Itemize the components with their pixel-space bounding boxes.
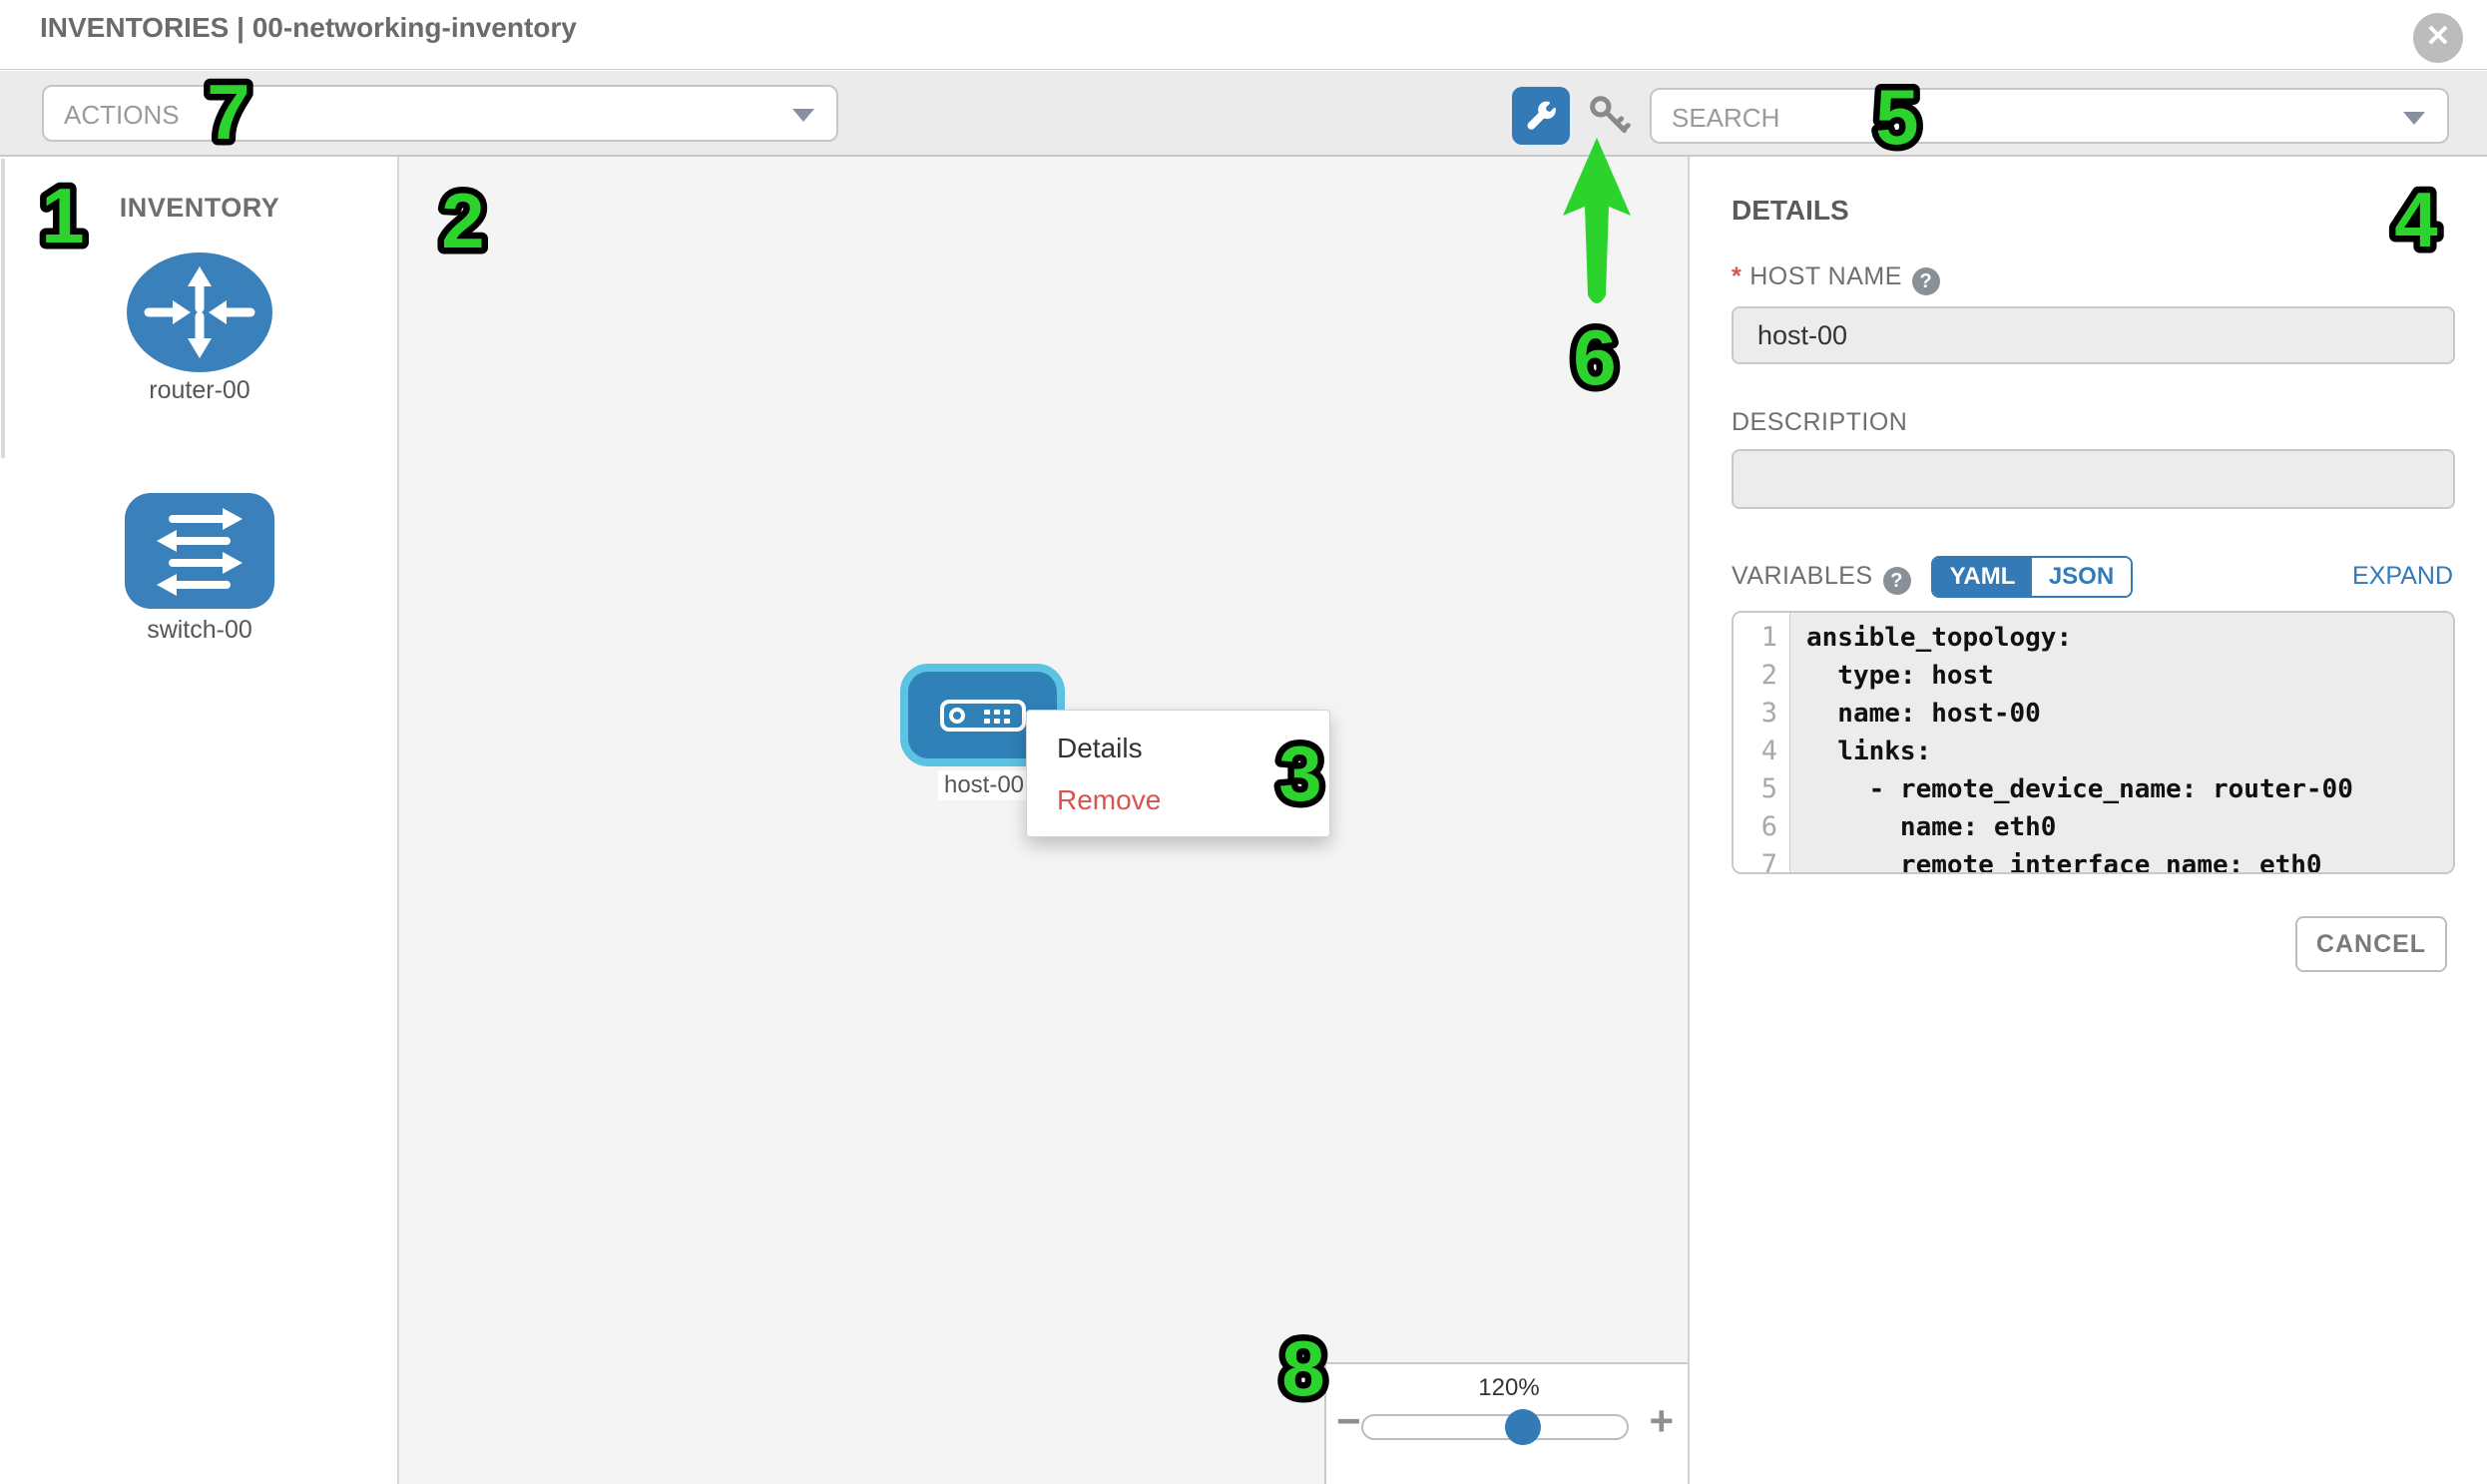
line-number: 3 [1734,695,1789,733]
chevron-down-icon [2403,112,2425,125]
zoom-in-button[interactable]: + [1649,1400,1674,1442]
code-line: links: [1806,733,2453,770]
json-toggle-button[interactable]: JSON [2032,558,2131,596]
host-name-label-text: HOST NAME [1749,262,1902,290]
inventory-item-label: router-00 [0,376,399,405]
host-node-label: host-00 [938,770,1030,800]
inventory-panel: INVENTORY router-00 [0,157,399,1484]
line-number: 6 [1734,808,1789,846]
topology-canvas[interactable]: host-00 Details Remove 120% − + [399,157,1690,1484]
code-line: name: host-00 [1806,695,2453,733]
toolbar-mode-button[interactable] [1512,87,1570,145]
actions-dropdown-label: ACTIONS [64,100,180,131]
code-line: - remote_device_name: router-00 [1806,770,2453,808]
variables-format-toggle: YAML JSON [1931,556,2133,598]
header: INVENTORIES | 00-networking-inventory ✕ [0,0,2487,70]
line-number: 5 [1734,770,1789,808]
inventory-topology-page: INVENTORIES | 00-networking-inventory ✕ … [0,0,2487,1484]
key-button[interactable] [1585,91,1635,141]
router-icon [125,250,274,375]
context-menu: Details Remove [1026,710,1330,837]
host-name-input[interactable] [1732,306,2455,364]
search-dropdown[interactable]: SEARCH [1650,88,2449,144]
zoom-slider-track[interactable] [1361,1414,1629,1440]
code-line: ansible_topology: [1806,619,2453,657]
code-line: type: host [1806,657,2453,695]
menu-item-details[interactable]: Details [1027,723,1329,774]
zoom-level-value: 120% [1326,1374,1690,1402]
host-name-label: * HOST NAME? [1732,262,1940,295]
help-icon[interactable]: ? [1883,567,1911,595]
line-number: 2 [1734,657,1789,695]
inventory-panel-title: INVENTORY [0,193,399,224]
yaml-toggle-button[interactable]: YAML [1933,558,2032,596]
line-number: 1 [1734,619,1789,657]
description-label: DESCRIPTION [1732,408,1907,437]
inventory-item-label: switch-00 [0,616,399,645]
description-input[interactable] [1732,449,2455,509]
toolbar: ACTIONS SEARCH [0,71,2487,157]
inventory-item-router[interactable] [125,250,274,375]
wrench-icon [1523,98,1559,134]
editor-code-area[interactable]: ansible_topology: type: host name: host-… [1790,613,2453,872]
page-title: INVENTORIES | 00-networking-inventory [40,12,577,44]
inventory-item-switch[interactable] [125,493,274,609]
key-icon [1585,91,1635,141]
details-panel: DETAILS * HOST NAME? DESCRIPTION VARIABLE… [1692,157,2487,1484]
zoom-widget: 120% − + [1324,1362,1690,1484]
variables-label-text: VARIABLES [1732,562,1873,590]
required-asterisk: * [1732,262,1741,290]
details-panel-title: DETAILS [1732,195,1849,227]
line-number: 4 [1734,733,1789,770]
variables-code-editor[interactable]: 1 2 3 4 5 6 7 ansible_topology: type: ho… [1732,611,2455,874]
host-icon [940,700,1026,732]
zoom-slider-thumb[interactable] [1505,1409,1541,1445]
switch-icon [125,493,274,609]
menu-item-remove[interactable]: Remove [1027,774,1329,826]
search-dropdown-label: SEARCH [1672,103,1779,134]
expand-link[interactable]: EXPAND [2352,562,2453,591]
line-number: 7 [1734,846,1789,874]
cancel-button[interactable]: CANCEL [2295,916,2447,972]
code-line: name: eth0 [1806,808,2453,846]
code-line: remote_interface_name: eth0 [1806,846,2453,874]
close-icon[interactable]: ✕ [2413,13,2463,63]
help-icon[interactable]: ? [1912,267,1940,295]
chevron-down-icon [792,109,814,122]
variables-label: VARIABLES? [1732,562,1911,595]
zoom-out-button[interactable]: − [1336,1400,1361,1442]
editor-line-numbers: 1 2 3 4 5 6 7 [1734,613,1790,872]
actions-dropdown[interactable]: ACTIONS [42,85,838,142]
